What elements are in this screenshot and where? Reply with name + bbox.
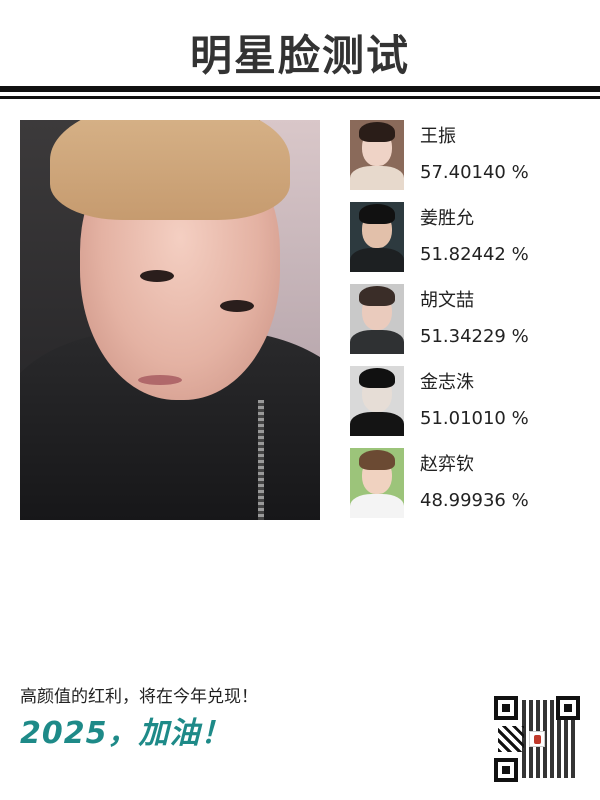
photo-zipper [258,400,264,520]
match-item[interactable]: 胡文喆 51.34229 % [350,284,580,366]
match-thumbnail [350,366,404,436]
match-score: 57.40140 % [420,162,529,183]
photo-eye-left [140,270,174,282]
header-divider-thin [0,96,600,99]
page-title: 明星脸测试 [189,31,410,80]
qr-code-icon[interactable] [494,696,580,782]
match-item[interactable]: 王振 57.40140 % [350,120,580,202]
cheer-text: 2025，加油！ [20,716,232,751]
photo-hair [50,120,290,220]
header-divider-thick [0,86,600,92]
photo-mouth [138,375,182,385]
match-name: 王振 [420,126,456,147]
match-score: 48.99936 % [420,490,529,511]
match-item[interactable]: 金志洙 51.01010 % [350,366,580,448]
match-name: 金志洙 [420,372,474,393]
match-score: 51.34229 % [420,326,529,347]
user-photo [20,120,320,520]
match-score: 51.01010 % [420,408,529,429]
photo-eye-right [220,300,254,312]
match-thumbnail [350,284,404,354]
match-item[interactable]: 姜胜允 51.82442 % [350,202,580,284]
match-list: 王振 57.40140 % 姜胜允 51.82442 % 胡文喆 51.3422… [350,120,580,530]
match-thumbnail [350,448,404,518]
match-name: 赵弈钦 [420,454,474,475]
match-score: 51.82442 % [420,244,529,265]
match-thumbnail [350,120,404,190]
match-name: 胡文喆 [420,290,474,311]
match-thumbnail [350,202,404,272]
match-name: 姜胜允 [420,208,474,229]
qr-logo-icon [529,731,545,747]
match-item[interactable]: 赵弈钦 48.99936 % [350,448,580,530]
slogan-text: 高颜值的红利，将在今年兑现！ [20,687,258,707]
